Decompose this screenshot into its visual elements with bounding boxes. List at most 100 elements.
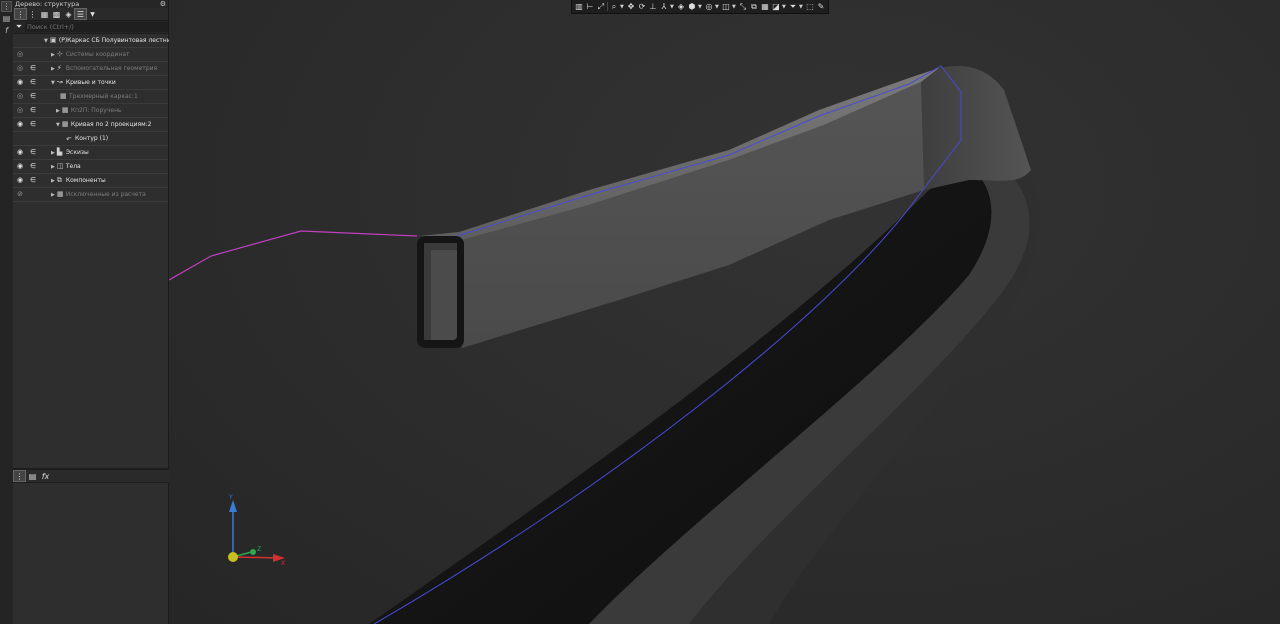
tree-operations-icon[interactable]: ⋮ bbox=[27, 9, 38, 19]
chevron-down-icon[interactable]: ▼ bbox=[670, 4, 675, 10]
properties-panel-icon[interactable]: ▤ bbox=[2, 14, 11, 23]
properties-tree-icon[interactable]: ⋮ bbox=[13, 470, 26, 482]
panel-title: Дерево: структура ⚙ bbox=[13, 0, 168, 8]
eye-icon[interactable]: ◉ bbox=[15, 146, 25, 159]
visibility-icon[interactable]: ◎ bbox=[704, 1, 714, 12]
view-toolbar: ▥ ⊢ ⤢ ⌕ ▼ ✥ ⟳ ⊥ ⅄ ▼ ◈ ⬢ ▼ ◎ ▼ ◫ ▼ ⤡ ⧉ ▦ … bbox=[571, 0, 829, 14]
zoom-icon[interactable]: ⌕ bbox=[609, 1, 619, 12]
expand-toggle-icon[interactable]: ▶ bbox=[51, 150, 55, 156]
expand-toggle-icon[interactable]: ▶ bbox=[51, 178, 55, 184]
epsilon-icon[interactable]: ∈ bbox=[29, 160, 37, 173]
eye-hidden-icon[interactable]: ◎ bbox=[15, 90, 25, 103]
epsilon-icon[interactable]: ∈ bbox=[29, 90, 37, 103]
expand-toggle-icon[interactable]: ▼ bbox=[51, 80, 55, 86]
eye-hidden-icon[interactable]: ◎ bbox=[15, 48, 25, 61]
tree-view-options-icon[interactable]: ☰ bbox=[74, 8, 87, 20]
expand-toggle-icon[interactable]: ▶ bbox=[51, 192, 55, 198]
rotate-icon[interactable]: ⟳ bbox=[637, 1, 647, 12]
brush-icon[interactable]: ✎ bbox=[816, 1, 826, 12]
eye-hidden-icon[interactable]: ◎ bbox=[15, 62, 25, 75]
eye-icon[interactable]: ◉ bbox=[15, 118, 25, 131]
normal-view-icon[interactable]: ⊥ bbox=[648, 1, 658, 12]
expand-toggle-icon[interactable]: ▼ bbox=[44, 38, 48, 44]
tree-structure-icon[interactable]: ⋮ bbox=[14, 8, 27, 20]
document-icon[interactable]: ▤ bbox=[27, 471, 38, 481]
cube-view-icon[interactable]: ⧉ bbox=[749, 1, 759, 12]
pan-icon[interactable]: ✥ bbox=[626, 1, 636, 12]
tree-row-contour[interactable]: ⬐ Контур (1) bbox=[13, 132, 168, 146]
expand-toggle-icon[interactable]: ▶ bbox=[51, 52, 55, 58]
structure-tree: ▼ ▣ (Р)Каркас СБ Полувинтовая лестница ( ◎… bbox=[13, 34, 183, 202]
eye-icon[interactable]: ◉ bbox=[15, 174, 25, 187]
chevron-down-icon[interactable]: ▼ bbox=[87, 9, 98, 19]
tree-row-bodies[interactable]: ◉ ∈ ▶ ◫ Тела bbox=[13, 160, 168, 174]
tree-item-label: Исключенные из расчета bbox=[65, 191, 146, 198]
tree-row-excluded[interactable]: ⊘ ▶ ▦ Исключенные из расчета bbox=[13, 188, 168, 202]
epsilon-icon[interactable]: ∈ bbox=[29, 146, 37, 159]
epsilon-icon[interactable]: ∈ bbox=[29, 76, 37, 89]
search-input[interactable] bbox=[25, 22, 168, 32]
section-view-icon[interactable]: ◫ bbox=[721, 1, 731, 12]
eye-icon[interactable]: ◉ bbox=[15, 160, 25, 173]
snap-icon[interactable]: ⊢ bbox=[585, 1, 595, 12]
tree-row-curve-2proj[interactable]: ◉ ∈ ▼ ▦ Кривая по 2 проекциям:2 bbox=[13, 118, 168, 132]
eye-icon[interactable]: ◉ bbox=[15, 76, 25, 89]
shaded-icon[interactable]: ⬢ bbox=[687, 1, 697, 12]
tree-components-icon[interactable]: ▦ bbox=[39, 9, 50, 19]
epsilon-icon[interactable]: ∈ bbox=[29, 104, 37, 117]
3d-viewport[interactable]: Y Z X bbox=[169, 0, 1280, 624]
axis-label-z: Z bbox=[257, 546, 261, 553]
layers-icon[interactable]: ◪ bbox=[771, 1, 781, 12]
model-canvas[interactable]: Y Z X bbox=[169, 0, 1280, 624]
tree-row-handrail[interactable]: ◎ ∈ ▶ ▦ Кп2П: Поручень bbox=[13, 104, 168, 118]
view-manager-icon[interactable]: ▦ bbox=[760, 1, 770, 12]
tree-item-label: Кп2П: Поручень bbox=[70, 107, 122, 114]
curve-icon: ↝ bbox=[56, 78, 63, 86]
chevron-down-icon[interactable]: ▼ bbox=[698, 4, 703, 10]
filter-icon[interactable]: ⏷ bbox=[788, 1, 798, 12]
tree-grid-icon[interactable]: ▩ bbox=[51, 9, 62, 19]
chevron-down-icon[interactable]: ▼ bbox=[715, 4, 720, 10]
perspective-icon[interactable]: ⤡ bbox=[738, 1, 748, 12]
epsilon-icon[interactable]: ∈ bbox=[29, 118, 37, 131]
tree-item-label: Эскизы bbox=[65, 149, 89, 156]
tree-item-label: Контур (1) bbox=[75, 135, 109, 142]
document-manager-icon[interactable]: ▥ bbox=[574, 1, 584, 12]
tree-panel-icon[interactable]: ⋮ bbox=[1, 1, 12, 12]
orientation-icon[interactable]: ⅄ bbox=[659, 1, 669, 12]
expand-toggle-icon[interactable]: ▶ bbox=[51, 66, 55, 72]
tree-row-3d-frame[interactable]: ◎ ∈ ▦ Трехмерный каркас:1 bbox=[13, 90, 168, 104]
chevron-down-icon[interactable]: ▼ bbox=[732, 4, 737, 10]
tree-row-root[interactable]: ▼ ▣ (Р)Каркас СБ Полувинтовая лестница ( bbox=[13, 34, 183, 48]
shaded-edges-icon[interactable]: ◈ bbox=[676, 1, 686, 12]
chevron-down-icon[interactable]: ▼ bbox=[620, 4, 625, 10]
tree-row-coordinate-systems[interactable]: ◎ ▶ ⊹ Системы координат bbox=[13, 48, 168, 62]
panel-title-text: Дерево: структура bbox=[15, 0, 80, 8]
lower-panel-toolbar: ⋮ ▤ fx bbox=[13, 470, 169, 483]
gear-icon[interactable]: ⚙ bbox=[160, 0, 166, 8]
tree-row-components[interactable]: ◉ ∈ ▶ ⧉ Компоненты bbox=[13, 174, 168, 188]
tree-item-label: Вспомогательная геометрия bbox=[65, 65, 158, 72]
expand-toggle-icon[interactable]: ▶ bbox=[51, 164, 55, 170]
frame-icon: ▦ bbox=[60, 92, 67, 100]
variables-icon[interactable]: fx bbox=[40, 471, 51, 481]
expand-toggle-icon[interactable]: ▼ bbox=[56, 122, 60, 128]
eye-hidden-icon[interactable]: ◎ bbox=[15, 104, 25, 117]
epsilon-icon[interactable]: ∈ bbox=[29, 174, 37, 187]
variables-icon[interactable]: f bbox=[2, 26, 11, 35]
chevron-down-icon[interactable]: ▼ bbox=[782, 4, 787, 10]
tree-item-label: Кривые и точки bbox=[65, 79, 116, 86]
tree-layers-icon[interactable]: ◈ bbox=[63, 9, 74, 19]
filter-icon[interactable]: ⏷ bbox=[13, 22, 25, 32]
highlight-icon[interactable]: ⬚ bbox=[805, 1, 815, 12]
tree-row-sketches[interactable]: ◉ ∈ ▶ ▙ Эскизы bbox=[13, 146, 168, 160]
zoom-window-icon[interactable]: ⤢ bbox=[596, 1, 606, 12]
eye-off-icon[interactable]: ⊘ bbox=[15, 188, 25, 201]
epsilon-icon[interactable]: ∈ bbox=[29, 62, 37, 75]
tree-row-aux-geometry[interactable]: ◎ ∈ ▶ ⚡ Вспомогательная геометрия bbox=[13, 62, 168, 76]
chevron-down-icon[interactable]: ▼ bbox=[799, 4, 804, 10]
expand-toggle-icon[interactable]: ▶ bbox=[56, 108, 60, 114]
aux-geometry-icon: ⚡ bbox=[56, 64, 62, 72]
tree-row-curves-points[interactable]: ◉ ∈ ▼ ↝ Кривые и точки bbox=[13, 76, 168, 90]
magenta-guide-curve bbox=[169, 230, 418, 281]
